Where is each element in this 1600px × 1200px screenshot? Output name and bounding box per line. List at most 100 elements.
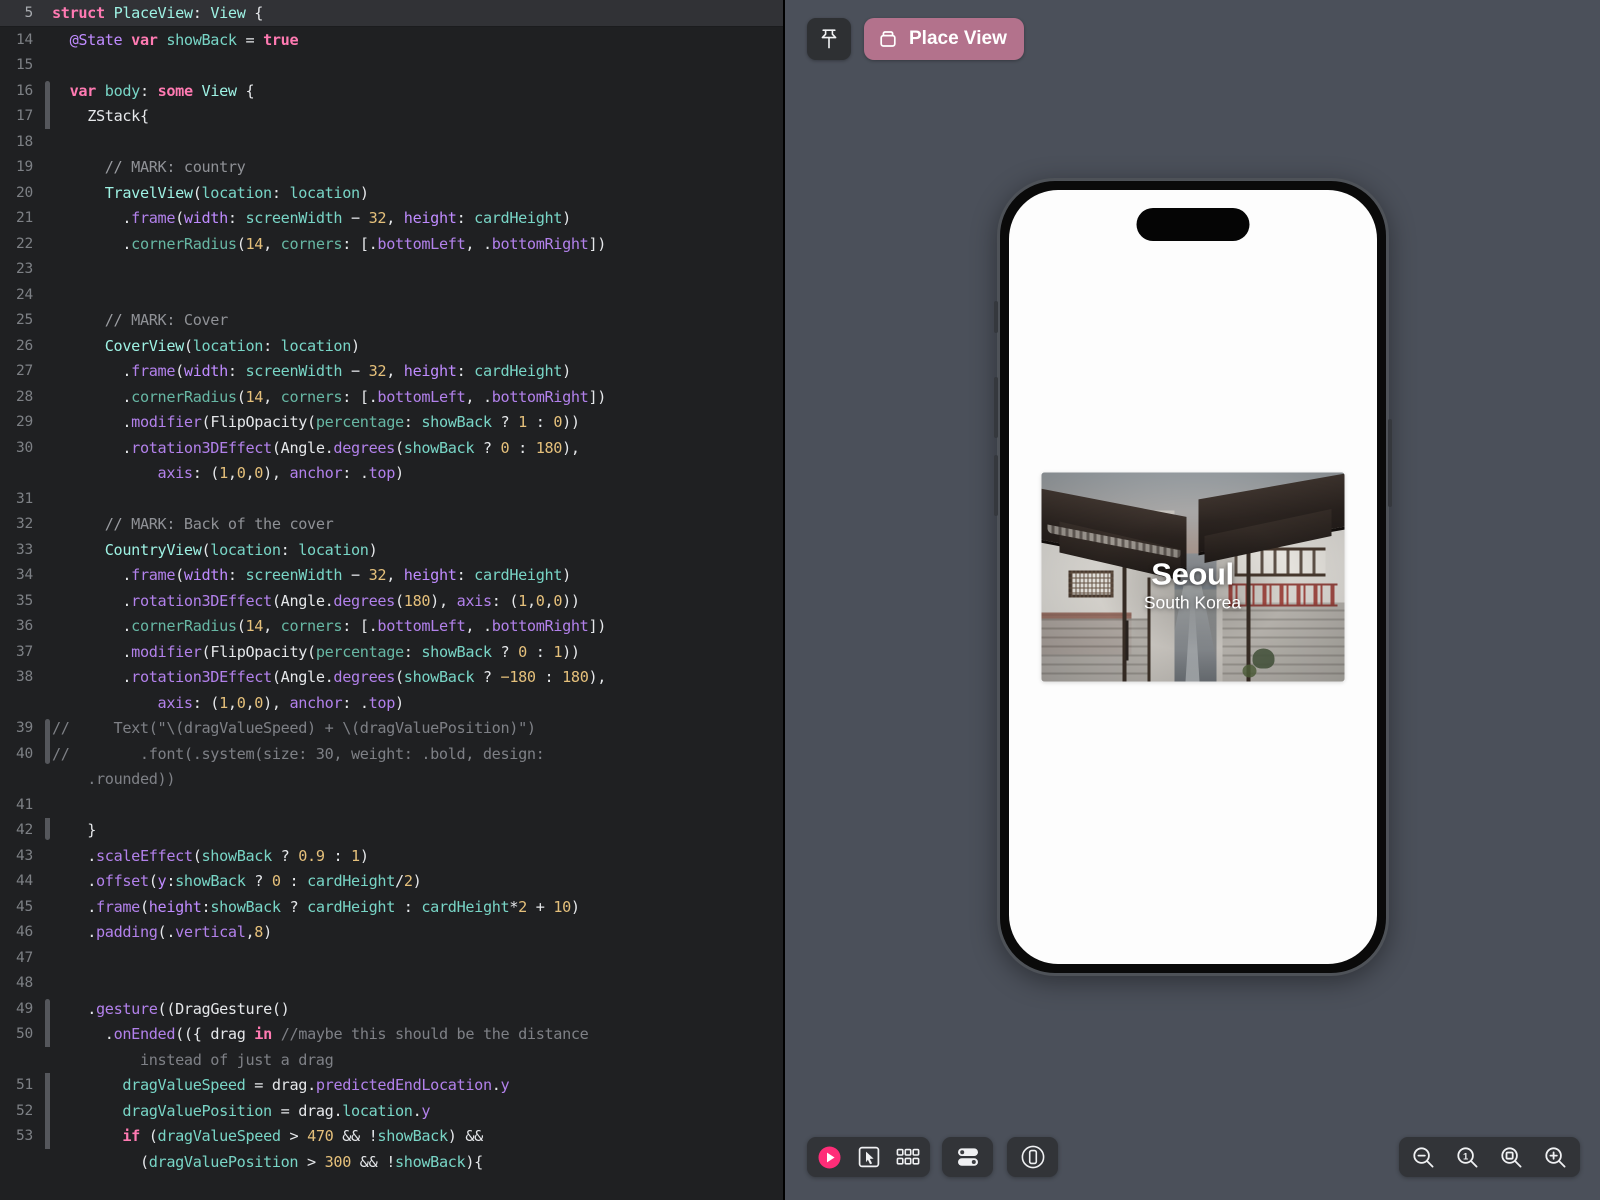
code-fold-ribbon[interactable] [42, 1123, 52, 1150]
code-lines-container[interactable]: 14 @State var showBack = true 15 16 var bo… [0, 27, 783, 1200]
code-fold-ribbon[interactable] [42, 103, 52, 130]
code-line[interactable]: 26 CoverView(location: location) [0, 333, 783, 359]
code-line[interactable]: axis: (1,0,0), anchor: .top) [0, 461, 783, 487]
code-line[interactable]: 33 CountryView(location: location) [0, 537, 783, 563]
code-fold-ribbon[interactable] [42, 333, 52, 359]
code-line[interactable]: .rounded)) [0, 767, 783, 793]
code-fold-ribbon[interactable] [42, 53, 52, 79]
code-fold-ribbon[interactable] [42, 716, 52, 742]
code-line[interactable]: 46 .padding(.vertical,8) [0, 920, 783, 946]
code-fold-ribbon[interactable] [42, 410, 52, 436]
code-fold-ribbon[interactable] [42, 155, 52, 181]
code-line[interactable]: 18 [0, 129, 783, 155]
code-fold-ribbon[interactable] [42, 894, 52, 920]
code-line[interactable]: 48 [0, 971, 783, 997]
code-fold-ribbon[interactable] [42, 231, 52, 257]
code-fold-ribbon[interactable] [42, 767, 52, 793]
code-fold-ribbon[interactable] [42, 282, 52, 308]
code-fold-ribbon[interactable] [42, 869, 52, 895]
code-fold-ribbon[interactable] [42, 996, 52, 1022]
code-line[interactable]: instead of just a drag [0, 1047, 783, 1073]
device-screen[interactable]: Seoul South Korea [1008, 190, 1377, 964]
code-line[interactable]: 14 @State var showBack = true [0, 27, 783, 53]
code-fold-ribbon[interactable] [42, 129, 52, 155]
code-fold-ribbon[interactable] [42, 690, 52, 716]
variants-button[interactable] [894, 1144, 921, 1171]
code-line[interactable]: 30 .rotation3DEffect(Angle.degrees(showB… [0, 435, 783, 461]
code-fold-ribbon[interactable] [42, 257, 52, 283]
code-line[interactable]: 31 [0, 486, 783, 512]
code-line[interactable]: 42 } [0, 817, 783, 844]
pin-preview-button[interactable] [807, 18, 851, 60]
code-fold-ribbon[interactable] [42, 843, 52, 869]
code-fold-ribbon[interactable] [42, 665, 52, 691]
code-fold-ribbon[interactable] [42, 971, 52, 997]
code-line[interactable]: 16 var body: some View { [0, 78, 783, 104]
code-editor[interactable]: 5 struct PlaceView: View { 14 @State var… [0, 0, 783, 1200]
code-fold-ribbon[interactable] [42, 78, 52, 104]
play-preview-button[interactable] [816, 1144, 843, 1171]
code-line[interactable]: 22 .cornerRadius(14, corners: [.bottomLe… [0, 231, 783, 257]
code-line[interactable]: 53 if (dragValueSpeed > 470 && !showBack… [0, 1123, 783, 1150]
code-line[interactable]: 34 .frame(width: screenWidth − 32, heigh… [0, 563, 783, 589]
code-fold-ribbon[interactable] [42, 741, 52, 767]
code-line[interactable]: 15 [0, 53, 783, 79]
code-line[interactable]: 32 // MARK: Back of the cover [0, 512, 783, 538]
code-fold-ribbon[interactable] [42, 512, 52, 538]
code-fold-ribbon[interactable] [42, 384, 52, 410]
code-line[interactable]: 49 .gesture((DragGesture() [0, 996, 783, 1022]
code-fold-ribbon[interactable] [42, 817, 52, 844]
code-fold-ribbon[interactable] [42, 461, 52, 487]
device-settings-button[interactable] [954, 1144, 981, 1171]
zoom-fit-button[interactable] [1498, 1144, 1525, 1171]
code-line[interactable]: 17 ZStack{ [0, 103, 783, 130]
code-fold-ribbon[interactable] [42, 614, 52, 640]
code-line[interactable]: axis: (1,0,0), anchor: .top) [0, 690, 783, 716]
code-line[interactable]: 35 .rotation3DEffect(Angle.degrees(180),… [0, 588, 783, 614]
code-fold-ribbon[interactable] [42, 1072, 52, 1099]
code-line[interactable]: 38 .rotation3DEffect(Angle.degrees(showB… [0, 665, 783, 691]
code-fold-ribbon[interactable] [42, 1047, 52, 1073]
code-line[interactable]: 29 .modifier(FlipOpacity(percentage: sho… [0, 410, 783, 436]
code-line[interactable]: 44 .offset(y:showBack ? 0 : cardHeight/2… [0, 869, 783, 895]
code-line[interactable]: 28 .cornerRadius(14, corners: [.bottomLe… [0, 384, 783, 410]
zoom-actual-size-button[interactable]: 1 [1454, 1144, 1481, 1171]
code-fold-ribbon[interactable] [42, 180, 52, 206]
code-fold-ribbon[interactable] [42, 359, 52, 385]
code-line[interactable]: 47 [0, 945, 783, 971]
code-fold-ribbon[interactable] [42, 792, 52, 818]
code-line[interactable]: 51 dragValueSpeed = drag.predictedEndLoc… [0, 1072, 783, 1099]
place-card[interactable]: Seoul South Korea [1041, 472, 1344, 682]
code-fold-ribbon[interactable] [42, 1149, 52, 1175]
code-line[interactable]: 27 .frame(width: screenWidth − 32, heigh… [0, 359, 783, 385]
code-fold-ribbon[interactable] [42, 945, 52, 971]
device-button[interactable] [1019, 1144, 1046, 1171]
device-preview[interactable]: Seoul South Korea [993, 178, 1392, 976]
code-fold-ribbon[interactable] [42, 588, 52, 614]
code-line[interactable]: 36 .cornerRadius(14, corners: [.bottomLe… [0, 614, 783, 640]
code-fold-ribbon[interactable] [42, 1098, 52, 1124]
place-view-pill[interactable]: Place View [864, 18, 1024, 60]
select-mode-button[interactable] [855, 1144, 882, 1171]
code-fold-ribbon[interactable] [42, 639, 52, 665]
code-line[interactable]: 40 // .font(.system(size: 30, weight: .bo… [0, 741, 783, 767]
code-line[interactable]: 19 // MARK: country [0, 155, 783, 181]
code-fold-ribbon[interactable] [42, 486, 52, 512]
code-line[interactable]: 24 [0, 282, 783, 308]
code-fold-ribbon[interactable] [42, 206, 52, 232]
code-line[interactable]: 20 TravelView(location: location) [0, 180, 783, 206]
fold-gutter[interactable] [42, 0, 52, 26]
code-fold-ribbon[interactable] [42, 308, 52, 334]
code-fold-ribbon[interactable] [42, 435, 52, 461]
code-line[interactable]: 25 // MARK: Cover [0, 308, 783, 334]
code-fold-ribbon[interactable] [42, 27, 52, 53]
code-line[interactable]: 41 [0, 792, 783, 818]
code-line[interactable]: 45 .frame(height:showBack ? cardHeight :… [0, 894, 783, 920]
zoom-out-button[interactable] [1410, 1144, 1437, 1171]
code-fold-ribbon[interactable] [42, 537, 52, 563]
code-fold-ribbon[interactable] [42, 920, 52, 946]
code-line[interactable]: 52 dragValuePosition = drag.location.y [0, 1098, 783, 1124]
code-line[interactable]: 39 // Text("\(dragValueSpeed) + \(dragVal… [0, 716, 783, 742]
code-line[interactable]: 37 .modifier(FlipOpacity(percentage: sho… [0, 639, 783, 665]
code-fold-ribbon[interactable] [42, 1021, 52, 1048]
